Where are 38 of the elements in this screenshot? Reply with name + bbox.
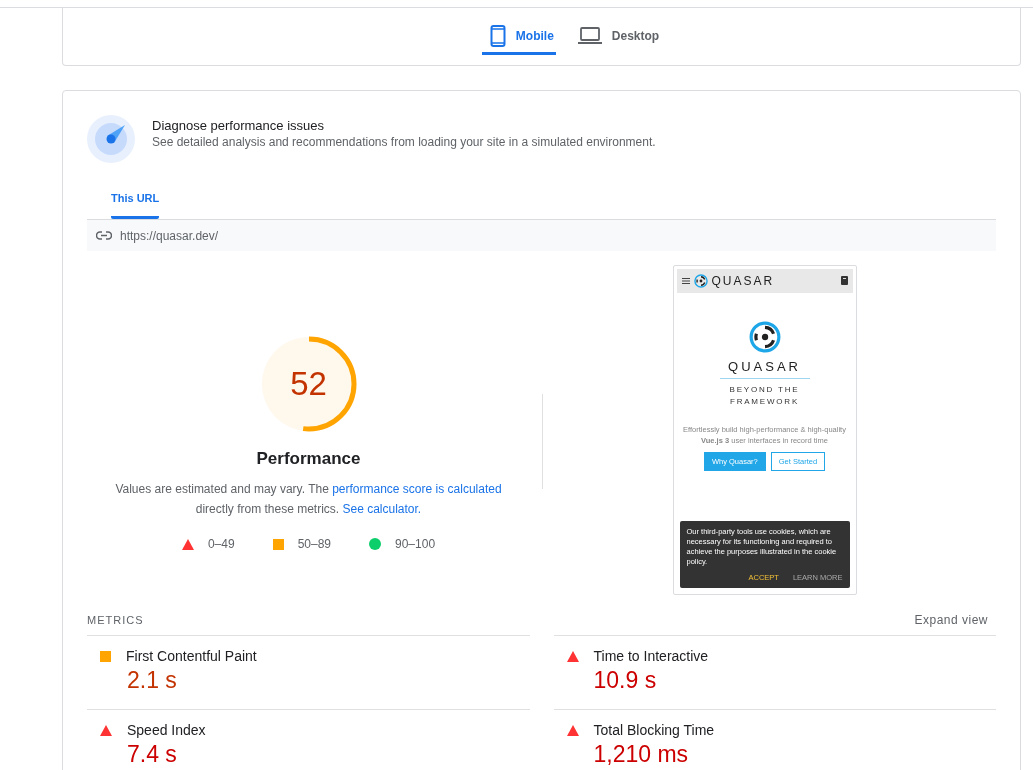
section-subtitle: See detailed analysis and recommendations from loading your site in a simulated environment.: [152, 135, 656, 149]
gauge-icon: [87, 115, 135, 163]
legend-label: 90–100: [395, 537, 436, 551]
tagline: BEYOND THE FRAMEWORK: [728, 383, 801, 408]
page-url: https://quasar.dev/: [120, 228, 219, 243]
metric-value: 2.1 s: [127, 667, 178, 694]
device-tab[interactable]: Mobile: [481, 8, 556, 55]
link-icon: [96, 231, 112, 240]
square-icon: [100, 650, 111, 662]
brand-name: QUASAR: [711, 273, 775, 288]
phone-icon: [489, 25, 506, 47]
metrics-heading: METRICS: [87, 614, 144, 626]
metric-name: Time to Interactive: [593, 648, 709, 664]
laptop-icon: [577, 27, 602, 45]
metric-name: Speed Index: [127, 722, 206, 738]
score-value: 52: [290, 365, 327, 403]
expand-view-button[interactable]: Expand view: [906, 613, 996, 627]
metric-value: 7.4 s: [127, 741, 178, 768]
score-note: Values are estimated and may vary. The performance score is calculated directly from these metrics. See calculator.: [115, 482, 502, 516]
metric-value: 1,210 ms: [593, 741, 690, 768]
calculator-link[interactable]: See calculator.: [342, 502, 422, 516]
metric-value: 10.9 s: [593, 667, 658, 694]
device-tab[interactable]: Desktop: [569, 8, 662, 55]
logo-icon: [693, 273, 708, 288]
metric-name: Total Blocking Time: [593, 722, 715, 738]
triangle-icon: [566, 650, 579, 662]
logo-icon: [748, 320, 781, 353]
clipboard-icon: [840, 276, 848, 285]
triangle-icon: [566, 724, 579, 736]
score-title: Performance: [256, 449, 361, 469]
metric-name: First Contentful Paint: [126, 648, 257, 664]
legend-label: 0–49: [207, 537, 235, 551]
legend-label: 50–89: [297, 537, 331, 551]
menu-icon: [681, 277, 690, 284]
triangle-icon: [100, 724, 112, 736]
section-title: Diagnose performance issues: [152, 118, 325, 133]
score-link[interactable]: performance score is calculated: [332, 482, 502, 496]
hero-title: QUASAR: [728, 358, 801, 374]
